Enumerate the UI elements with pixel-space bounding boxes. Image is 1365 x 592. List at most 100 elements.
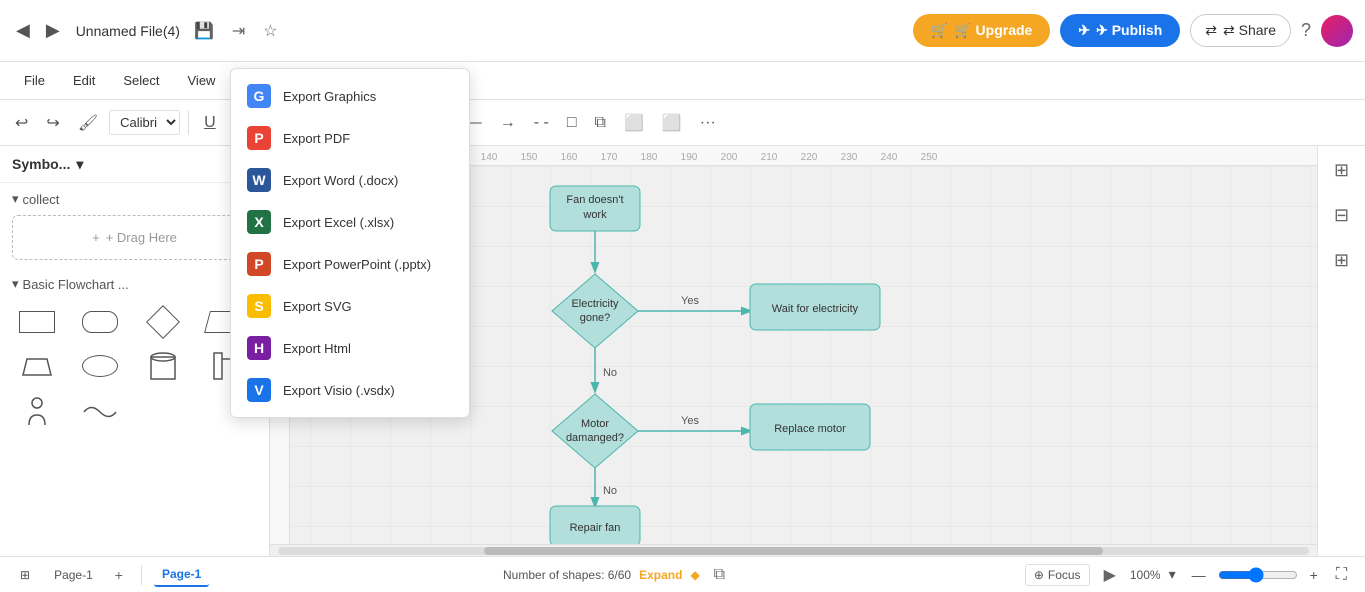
shape-rectangle[interactable]: [12, 304, 62, 340]
topbar-left: ◀ ▶ Unnamed File(4) 💾 ⇥ ☆: [12, 16, 905, 45]
drag-here-icon: +: [92, 230, 100, 245]
right-panel-replace-btn[interactable]: ⊟: [1328, 199, 1355, 232]
help-button[interactable]: ?: [1301, 20, 1311, 41]
cart-icon: 🛒: [931, 22, 948, 39]
diamond-icon: [146, 305, 180, 339]
align-left-button[interactable]: ⬜: [617, 108, 651, 138]
copy-button[interactable]: ⧉: [588, 109, 613, 137]
drag-here-area[interactable]: + + Drag Here: [12, 215, 257, 260]
svg-text:Yes: Yes: [681, 295, 699, 307]
svg-text:No: No: [603, 367, 617, 379]
export-svg-label: Export SVG: [283, 299, 352, 314]
publish-icon: ✈: [1078, 22, 1090, 39]
collect-label: ▾ collect: [12, 191, 257, 207]
zoom-out-button[interactable]: —: [1188, 565, 1210, 585]
format-painter-button[interactable]: 🖌: [71, 108, 105, 138]
export-excel-item[interactable]: X Export Excel (.xlsx): [231, 201, 469, 243]
person-icon: [23, 395, 51, 429]
right-panel-properties-btn[interactable]: ⊞: [1328, 154, 1355, 187]
dash-button[interactable]: - -: [527, 109, 556, 137]
share-icon: ⇄: [1205, 22, 1217, 39]
sidebar-header: Symbo... ▾ 🔍: [0, 146, 269, 183]
zoom-slider[interactable]: [1218, 567, 1298, 583]
shape-diamond[interactable]: [138, 304, 188, 340]
topbar: ◀ ▶ Unnamed File(4) 💾 ⇥ ☆ 🛒 🛒 Upgrade ✈ …: [0, 0, 1365, 62]
zoom-control: 100% ▾: [1130, 564, 1180, 585]
export-graphics-item[interactable]: G Export Graphics: [231, 75, 469, 117]
redo-button[interactable]: ↪: [39, 108, 66, 138]
focus-label: Focus: [1048, 568, 1081, 582]
add-page-button[interactable]: +: [109, 563, 129, 587]
save-icon-btn[interactable]: 💾: [188, 17, 220, 45]
back-button[interactable]: ◀: [12, 16, 34, 45]
avatar[interactable]: [1321, 15, 1353, 47]
export-visio-item[interactable]: V Export Visio (.vsdx): [231, 369, 469, 411]
export-pptx-icon: P: [247, 252, 271, 276]
svg-text:Fan doesn't: Fan doesn't: [566, 194, 623, 206]
export-dropdown-menu: G Export Graphics P Export PDF W Export …: [230, 68, 470, 418]
play-btn[interactable]: ▶: [1098, 561, 1122, 589]
forward-button[interactable]: ▶: [42, 16, 64, 45]
undo-button[interactable]: ↩: [8, 108, 35, 138]
publish-label: ✈ Publish: [1096, 22, 1162, 39]
trapezoid-icon: [19, 355, 55, 377]
svg-text:work: work: [582, 209, 607, 221]
export-pptx-label: Export PowerPoint (.pptx): [283, 257, 431, 272]
font-select[interactable]: Calibri: [109, 110, 180, 135]
export-graphics-icon: G: [247, 84, 271, 108]
scroll-thumb[interactable]: [484, 547, 1103, 555]
export-word-item[interactable]: W Export Word (.docx): [231, 159, 469, 201]
share-icon-btn[interactable]: ⇥: [226, 17, 251, 45]
menu-select[interactable]: Select: [111, 67, 171, 94]
fullscreen-button[interactable]: ⛶: [1330, 562, 1353, 588]
menu-view[interactable]: View: [176, 67, 228, 94]
page-toggle-button[interactable]: ⊞: [12, 564, 38, 586]
shapes-count: Number of shapes: 6/60: [503, 568, 631, 582]
svg-text:Yes: Yes: [681, 415, 699, 427]
shape-cylinder[interactable]: [138, 348, 188, 384]
collect-expand-icon[interactable]: ▾: [12, 191, 19, 207]
horizontal-scrollbar[interactable]: [270, 544, 1317, 556]
focus-button[interactable]: ⊕ Focus: [1025, 564, 1090, 586]
menubar: File Edit Select View Symbol Search Feat…: [0, 62, 1365, 100]
underline-button[interactable]: U: [197, 109, 223, 137]
statusbar: ⊞ Page-1 + Page-1 Number of shapes: 6/60…: [0, 556, 1365, 592]
export-word-label: Export Word (.docx): [283, 173, 398, 188]
export-graphics-label: Export Graphics: [283, 89, 376, 104]
basic-flowchart-label: ▾ Basic Flowchart ...: [12, 276, 257, 292]
star-icon-btn[interactable]: ☆: [257, 17, 283, 45]
layers-btn[interactable]: ⧉: [708, 562, 731, 588]
export-html-item[interactable]: H Export Html: [231, 327, 469, 369]
export-html-icon: H: [247, 336, 271, 360]
sidebar-title-text: Symbo...: [12, 156, 70, 172]
shape-trapezoid[interactable]: [12, 348, 62, 384]
shape-rounded-rect[interactable]: [75, 304, 125, 340]
menu-file[interactable]: File: [12, 67, 57, 94]
shape-person[interactable]: [12, 394, 62, 430]
export-svg-item[interactable]: S Export SVG: [231, 285, 469, 327]
zoom-dropdown-btn[interactable]: ▾: [1165, 564, 1180, 585]
drag-here-label: + Drag Here: [106, 230, 177, 245]
statusbar-right: ⊕ Focus ▶ 100% ▾ — + ⛶: [1025, 561, 1353, 589]
sidebar-expand-icon[interactable]: ▾: [76, 156, 83, 173]
page-tab-1[interactable]: Page-1: [154, 563, 209, 587]
share-button[interactable]: ⇄ ⇄ Share: [1190, 14, 1291, 47]
shape-ellipse[interactable]: [75, 348, 125, 384]
rounded-rect-icon: [82, 311, 118, 333]
basic-flowchart-expand-icon[interactable]: ▾: [12, 276, 19, 292]
svg-text:No: No: [603, 485, 617, 497]
zoom-in-button[interactable]: +: [1306, 565, 1322, 585]
publish-button[interactable]: ✈ ✈ Publish: [1060, 14, 1180, 47]
export-pdf-item[interactable]: P Export PDF: [231, 117, 469, 159]
layer-button[interactable]: □: [560, 109, 584, 137]
expand-button[interactable]: Expand: [639, 568, 682, 582]
arrow-button[interactable]: →: [493, 109, 523, 137]
align-right-button[interactable]: ⬜: [655, 108, 689, 138]
right-panel-grid-btn[interactable]: ⊞: [1328, 244, 1355, 277]
export-pptx-item[interactable]: P Export PowerPoint (.pptx): [231, 243, 469, 285]
shape-wave[interactable]: [75, 394, 125, 430]
more-button[interactable]: ···: [693, 109, 723, 137]
export-html-label: Export Html: [283, 341, 351, 356]
menu-edit[interactable]: Edit: [61, 67, 107, 94]
upgrade-button[interactable]: 🛒 🛒 Upgrade: [913, 14, 1051, 47]
